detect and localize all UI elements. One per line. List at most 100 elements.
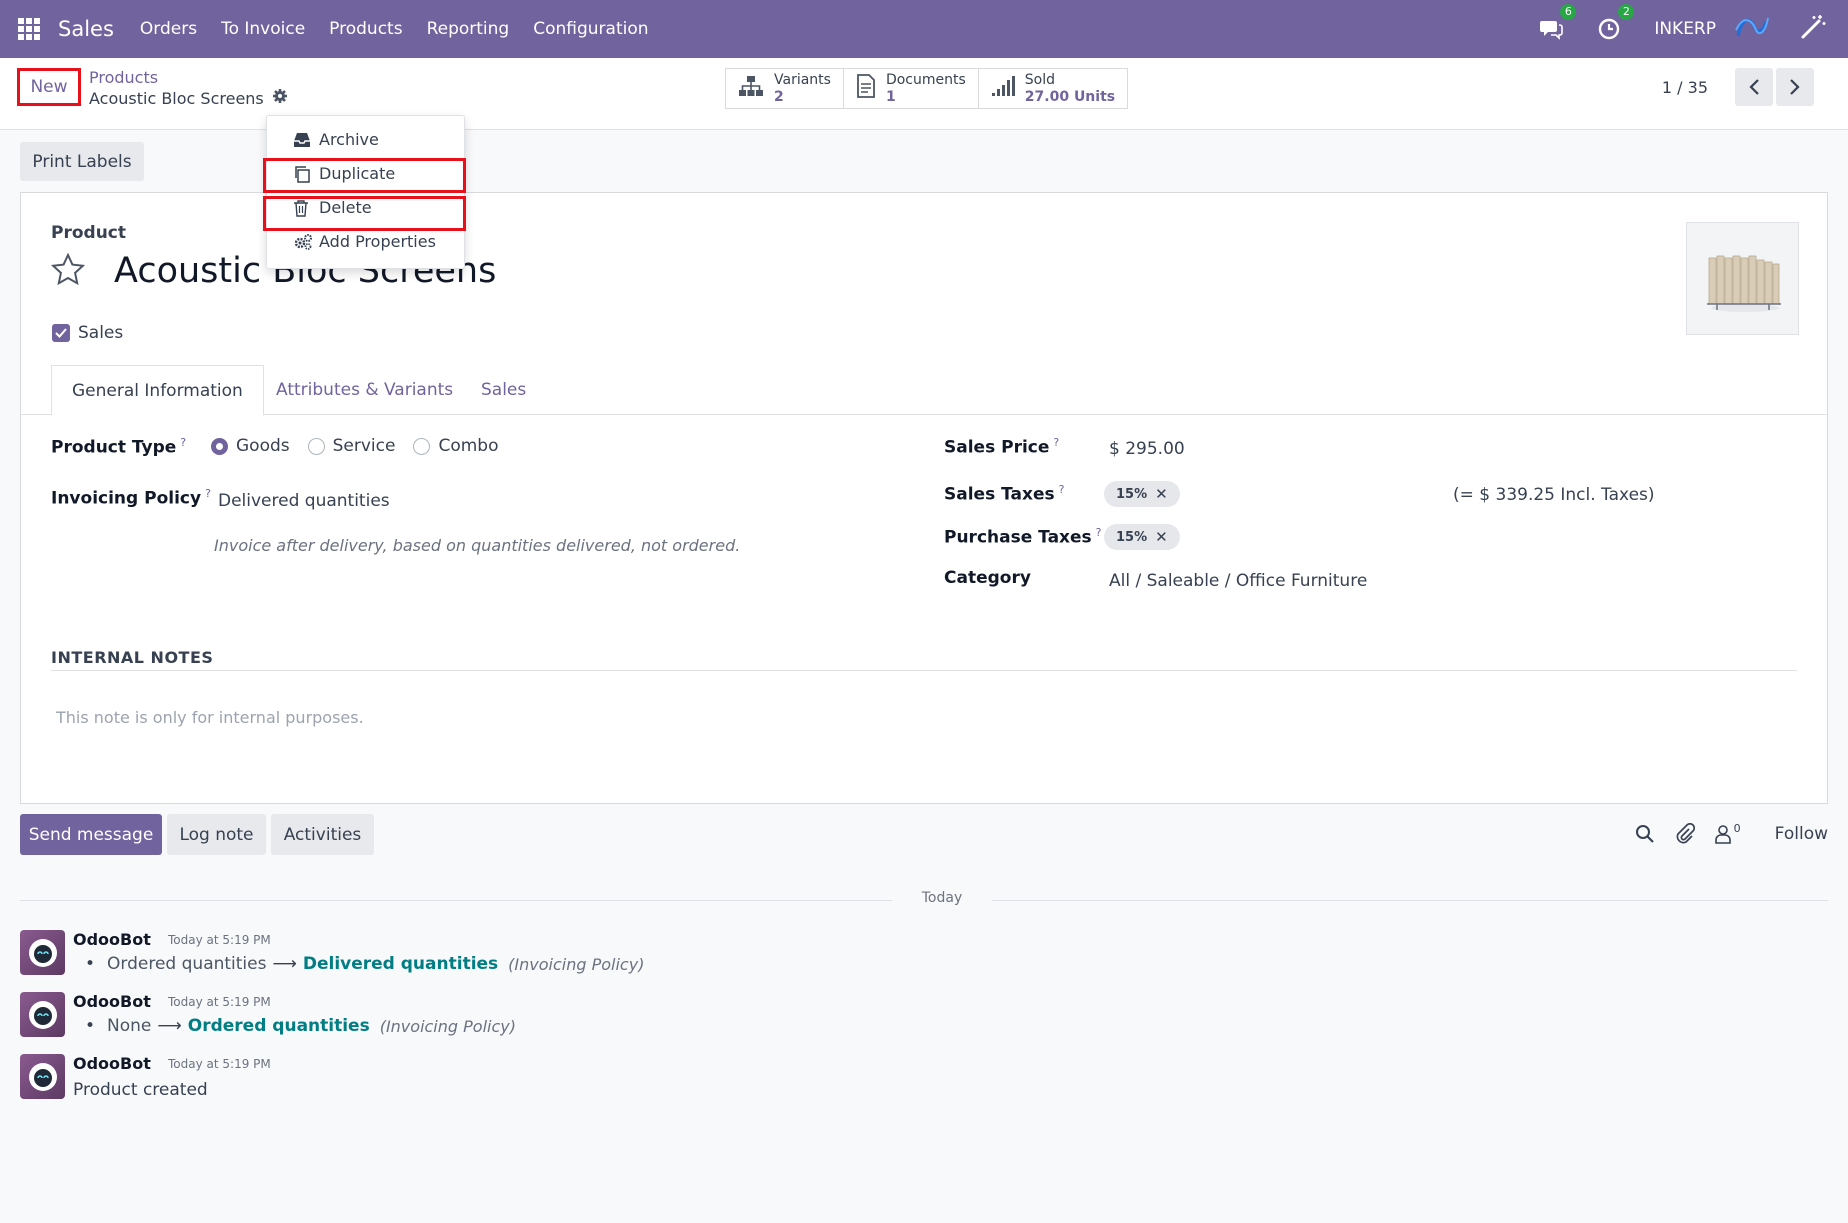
- notes-divider: [51, 670, 1797, 671]
- purchase-taxes-label: Purchase Taxes?: [944, 526, 1102, 548]
- new-button[interactable]: New: [17, 68, 81, 106]
- activities-button[interactable]: Activities: [271, 814, 374, 855]
- bullet-icon: •: [85, 1016, 96, 1036]
- search-icon[interactable]: [1635, 824, 1655, 844]
- sales-tax-tag[interactable]: 15% ✕: [1104, 481, 1180, 507]
- internal-notes-field[interactable]: This note is only for internal purposes.: [56, 708, 364, 727]
- radio-combo[interactable]: Combo: [413, 436, 499, 456]
- form-tabs: General Information Attributes & Variant…: [21, 365, 1827, 416]
- pager-counter[interactable]: 1 / 35: [1662, 78, 1708, 97]
- menu-reporting[interactable]: Reporting: [427, 19, 510, 39]
- close-icon[interactable]: ✕: [1155, 528, 1168, 546]
- close-icon[interactable]: ✕: [1155, 485, 1168, 503]
- product-label: Product: [51, 223, 126, 243]
- send-message-button[interactable]: Send message: [20, 814, 162, 855]
- category-select[interactable]: All / Saleable / Office Furniture: [1109, 571, 1367, 591]
- sitemap-icon: [738, 75, 764, 102]
- help-tooltip-icon[interactable]: ?: [180, 436, 186, 449]
- paperclip-icon[interactable]: [1675, 823, 1695, 845]
- sales-checkbox-label: Sales: [78, 323, 124, 343]
- company-switcher[interactable]: INKERP: [1654, 19, 1716, 39]
- variants-smart-button[interactable]: Variants 2: [726, 69, 844, 108]
- message-author[interactable]: OdooBot: [73, 1054, 151, 1073]
- radio-goods-label: Goods: [236, 436, 290, 456]
- menu-products[interactable]: Products: [329, 19, 402, 39]
- message-date: Today at 5:19 PM: [168, 933, 271, 947]
- menu-to-invoice[interactable]: To Invoice: [221, 19, 305, 39]
- menu-configuration[interactable]: Configuration: [533, 19, 648, 39]
- star-icon[interactable]: [50, 252, 86, 290]
- sales-taxes-label: Sales Taxes?: [944, 483, 1065, 505]
- follow-button[interactable]: Follow: [1775, 824, 1828, 844]
- arrow-right-icon: ⟶: [272, 954, 297, 974]
- odoobot-avatar[interactable]: [20, 930, 65, 975]
- variants-label: Variants: [774, 71, 831, 88]
- radio-service-label: Service: [332, 436, 396, 456]
- dropdown-archive[interactable]: Archive: [293, 130, 379, 149]
- pager-next-button[interactable]: [1776, 68, 1814, 106]
- message-date: Today at 5:19 PM: [168, 995, 271, 1009]
- tab-general-information[interactable]: General Information: [51, 365, 264, 416]
- help-tooltip-icon[interactable]: ?: [1053, 436, 1059, 449]
- tracked-field-name: (Invoicing Policy): [508, 954, 645, 974]
- cogs-icon: [293, 233, 313, 251]
- message-author[interactable]: OdooBot: [73, 992, 151, 1011]
- old-value: None: [107, 1016, 152, 1036]
- tab-attributes-variants[interactable]: Attributes & Variants: [256, 365, 473, 415]
- chevron-left-icon: [1749, 79, 1759, 95]
- tracked-field-name: (Invoicing Policy): [379, 1016, 516, 1036]
- sales-checkbox[interactable]: Sales: [52, 323, 123, 343]
- tab-sales[interactable]: Sales: [461, 365, 546, 415]
- sold-label: Sold: [1024, 71, 1056, 88]
- help-tooltip-icon[interactable]: ?: [1059, 483, 1065, 496]
- chatter-tools: 0 Follow: [1635, 821, 1828, 845]
- sales-price-input[interactable]: $ 295.00: [1109, 439, 1185, 459]
- magic-wand-icon[interactable]: [1800, 14, 1826, 45]
- followers-user-icon[interactable]: 0: [1714, 821, 1741, 844]
- tracking-change: • Ordered quantities ⟶ Delivered quantit…: [85, 954, 644, 974]
- purchase-tax-tag-label: 15%: [1116, 529, 1148, 545]
- help-tooltip-icon[interactable]: ?: [1096, 526, 1102, 539]
- apps-menu-icon[interactable]: [0, 0, 58, 58]
- messages-icon[interactable]: 6: [1538, 4, 1577, 42]
- menu-orders[interactable]: Orders: [140, 19, 197, 39]
- old-value: Ordered quantities: [107, 954, 267, 974]
- product-type-radio-group: Goods Service Combo: [211, 436, 517, 456]
- bullet-icon: •: [85, 954, 96, 974]
- chatter-message: OdooBot Today at 5:19 PM Product created: [20, 1054, 820, 1114]
- pager-previous-button[interactable]: [1735, 68, 1773, 106]
- highlight-box-delete: [263, 196, 466, 231]
- documents-label: Documents: [885, 71, 966, 88]
- invoicing-policy-help: Invoice after delivery, based on quantit…: [214, 536, 741, 555]
- radio-service[interactable]: Service: [307, 436, 396, 456]
- purchase-tax-tag[interactable]: 15% ✕: [1104, 524, 1180, 550]
- print-labels-button[interactable]: Print Labels: [20, 142, 144, 181]
- invoicing-policy-select[interactable]: Delivered quantities: [218, 491, 390, 511]
- log-note-button[interactable]: Log note: [167, 814, 266, 855]
- product-image[interactable]: [1686, 222, 1799, 335]
- user-avatar-logo-icon[interactable]: [1734, 14, 1770, 45]
- gear-icon[interactable]: [272, 88, 288, 108]
- new-value: Delivered quantities: [302, 954, 499, 974]
- breadcrumb-current-label: Acoustic Bloc Screens: [89, 88, 264, 108]
- incl-taxes-text: (= $ 339.25 Incl. Taxes): [1453, 485, 1655, 505]
- followers-count: 0: [1733, 821, 1741, 835]
- chatter-message: OdooBot Today at 5:19 PM • Ordered quant…: [20, 930, 820, 990]
- radio-goods[interactable]: Goods: [211, 436, 290, 456]
- documents-smart-button[interactable]: Documents 1: [844, 69, 979, 108]
- check-icon: [52, 324, 70, 342]
- activities-clock-icon[interactable]: 2: [1596, 4, 1635, 42]
- odoobot-avatar[interactable]: [20, 1054, 65, 1099]
- sales-tax-tag-label: 15%: [1116, 486, 1148, 502]
- message-author[interactable]: OdooBot: [73, 930, 151, 949]
- activities-badge: 2: [1618, 4, 1635, 20]
- radio-combo-label: Combo: [438, 436, 499, 456]
- radio-unchecked-icon: [413, 437, 431, 455]
- breadcrumb-products-link[interactable]: Products: [89, 68, 158, 87]
- sold-smart-button[interactable]: Sold 27.00 Units: [979, 69, 1127, 108]
- dropdown-add-properties[interactable]: Add Properties: [293, 232, 436, 251]
- help-tooltip-icon[interactable]: ?: [205, 487, 211, 500]
- top-navbar: Sales Orders To Invoice Products Reporti…: [0, 0, 1848, 58]
- app-name[interactable]: Sales: [58, 17, 114, 41]
- odoobot-avatar[interactable]: [20, 992, 65, 1037]
